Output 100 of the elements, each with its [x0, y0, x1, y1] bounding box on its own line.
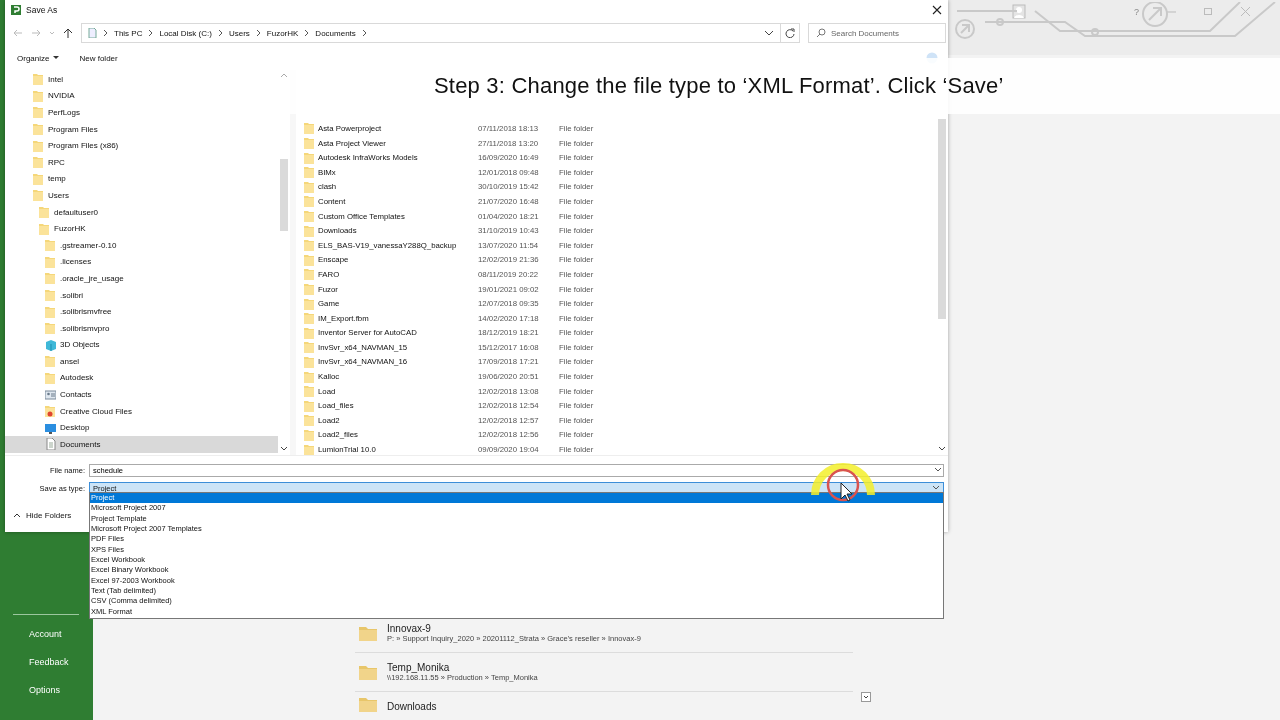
tree-item[interactable]: Autodesk — [5, 369, 278, 387]
recent-folder-item[interactable]: Downloads — [355, 692, 853, 712]
tree-item[interactable]: Creative Cloud Files — [5, 402, 278, 420]
caret-icon — [49, 30, 55, 36]
tree-item[interactable]: Contacts — [5, 386, 278, 403]
forward-arrow-icon — [31, 28, 41, 38]
tree-item[interactable]: temp — [5, 170, 278, 188]
folder-icon — [304, 210, 314, 223]
chevron-up-icon — [13, 512, 21, 519]
folder-icon — [45, 355, 56, 368]
folder-icon — [304, 195, 314, 208]
folder-icon — [33, 89, 44, 102]
folder-icon — [359, 625, 377, 641]
chevron-icon — [304, 29, 310, 37]
folder-name: Temp_Monika — [387, 662, 451, 673]
folder-icon — [39, 222, 50, 235]
tree-item[interactable]: ansel — [5, 353, 278, 370]
folder-icon — [359, 696, 377, 712]
folder-icon — [45, 239, 56, 252]
tree-item[interactable]: .licenses — [5, 253, 278, 271]
tree-item[interactable]: Users — [5, 187, 278, 204]
tree-item[interactable]: Program Files (x86) — [5, 137, 278, 154]
folder-icon — [304, 253, 314, 266]
folder-icon — [33, 106, 44, 119]
tree-item[interactable]: .solibrismvpro — [5, 319, 278, 337]
tree-item[interactable]: .solibrismvfree — [5, 303, 278, 320]
folder-icon — [33, 156, 44, 169]
tree-item[interactable]: Program Files — [5, 120, 278, 138]
user-avatar-icon — [1012, 4, 1026, 19]
folder-icon — [359, 664, 377, 680]
folder-icon — [304, 297, 314, 310]
folder-icon — [45, 405, 56, 418]
refresh-icon — [784, 28, 795, 38]
scroll-thumb[interactable] — [280, 159, 288, 231]
folder-icon — [304, 341, 314, 354]
breadcrumb-item[interactable]: Local Disk (C:) — [159, 28, 212, 38]
breadcrumb-item[interactable]: Documents — [315, 28, 356, 38]
folder-icon — [45, 322, 56, 335]
folder-icon — [304, 166, 314, 179]
chevron-icon — [103, 29, 108, 37]
folder-icon — [304, 312, 314, 325]
hide-folders-button[interactable]: Hide Folders — [13, 511, 83, 520]
folder-icon — [304, 414, 314, 427]
folder-icon — [304, 385, 314, 398]
breadcrumb-item[interactable]: This PC — [114, 28, 143, 38]
restore-icon — [1204, 7, 1213, 16]
scroll-up-icon — [280, 73, 288, 79]
cube-icon — [45, 338, 56, 351]
chevron-icon — [255, 29, 261, 37]
back-arrow-icon — [13, 28, 23, 38]
folder-icon — [304, 356, 314, 368]
new-folder-button[interactable]: New folder — [79, 53, 118, 63]
tree-item[interactable]: FuzorHK — [5, 220, 278, 237]
tree-item[interactable]: RPC — [5, 153, 278, 171]
scrollbar[interactable] — [936, 116, 948, 455]
up-arrow-icon — [63, 27, 73, 39]
folder-name: Downloads — [387, 701, 437, 712]
tree-item[interactable]: .gstreamer-0.10 — [5, 236, 278, 254]
sidebar-item[interactable]: Account — [0, 625, 93, 653]
folder-icon — [304, 326, 314, 339]
folder-icon — [33, 139, 44, 152]
app-icon — [11, 5, 21, 15]
tree-item[interactable]: 3D Objects — [5, 336, 278, 354]
scroll-thumb[interactable] — [938, 119, 946, 319]
tree-item[interactable]: Desktop — [5, 419, 278, 437]
breadcrumb-item[interactable]: Users — [228, 28, 250, 38]
address-bar[interactable]: This PC Local Disk (C:) Users FuzorHK Documents — [81, 23, 781, 43]
tree-item[interactable]: defaultuser0 — [5, 203, 278, 221]
folder-icon — [45, 289, 56, 301]
chevron-icon — [148, 29, 154, 37]
breadcrumb-item[interactable]: FuzorHK — [266, 28, 299, 38]
tree-item[interactable]: PerfLogs — [5, 104, 278, 121]
scroll-down-icon — [861, 692, 871, 702]
tree-item[interactable]: NVIDIA — [5, 87, 278, 105]
folder-icon — [304, 224, 314, 237]
tree-item[interactable]: .solibri — [5, 286, 278, 304]
close-icon — [932, 5, 942, 15]
scroll-down-icon — [938, 446, 946, 452]
folder-icon — [33, 123, 44, 136]
caret-icon — [53, 56, 60, 60]
folder-icon — [45, 372, 56, 384]
sidebar-item[interactable]: Options — [0, 681, 93, 709]
organize-menu[interactable]: Organize — [17, 53, 60, 63]
folder-icon — [45, 255, 56, 268]
tree-item[interactable]: Documents — [5, 436, 278, 453]
folder-icon — [304, 370, 314, 383]
search-icon — [816, 28, 826, 38]
scroll-down-icon — [280, 446, 288, 452]
sidebar-item[interactable]: Feedback — [0, 653, 93, 681]
search-field[interactable]: Search Documents — [808, 23, 946, 43]
folder-icon — [304, 137, 314, 150]
folder-icon — [304, 180, 314, 193]
tree-item[interactable]: .oracle_jre_usage — [5, 270, 278, 287]
tree-item[interactable]: Intel — [5, 71, 278, 88]
folder-icon — [39, 206, 50, 219]
folder-icon — [45, 272, 56, 285]
folder-icon — [304, 268, 314, 281]
folder-icon — [33, 73, 44, 86]
folder-icon — [304, 122, 314, 135]
refresh-button[interactable] — [780, 23, 800, 43]
